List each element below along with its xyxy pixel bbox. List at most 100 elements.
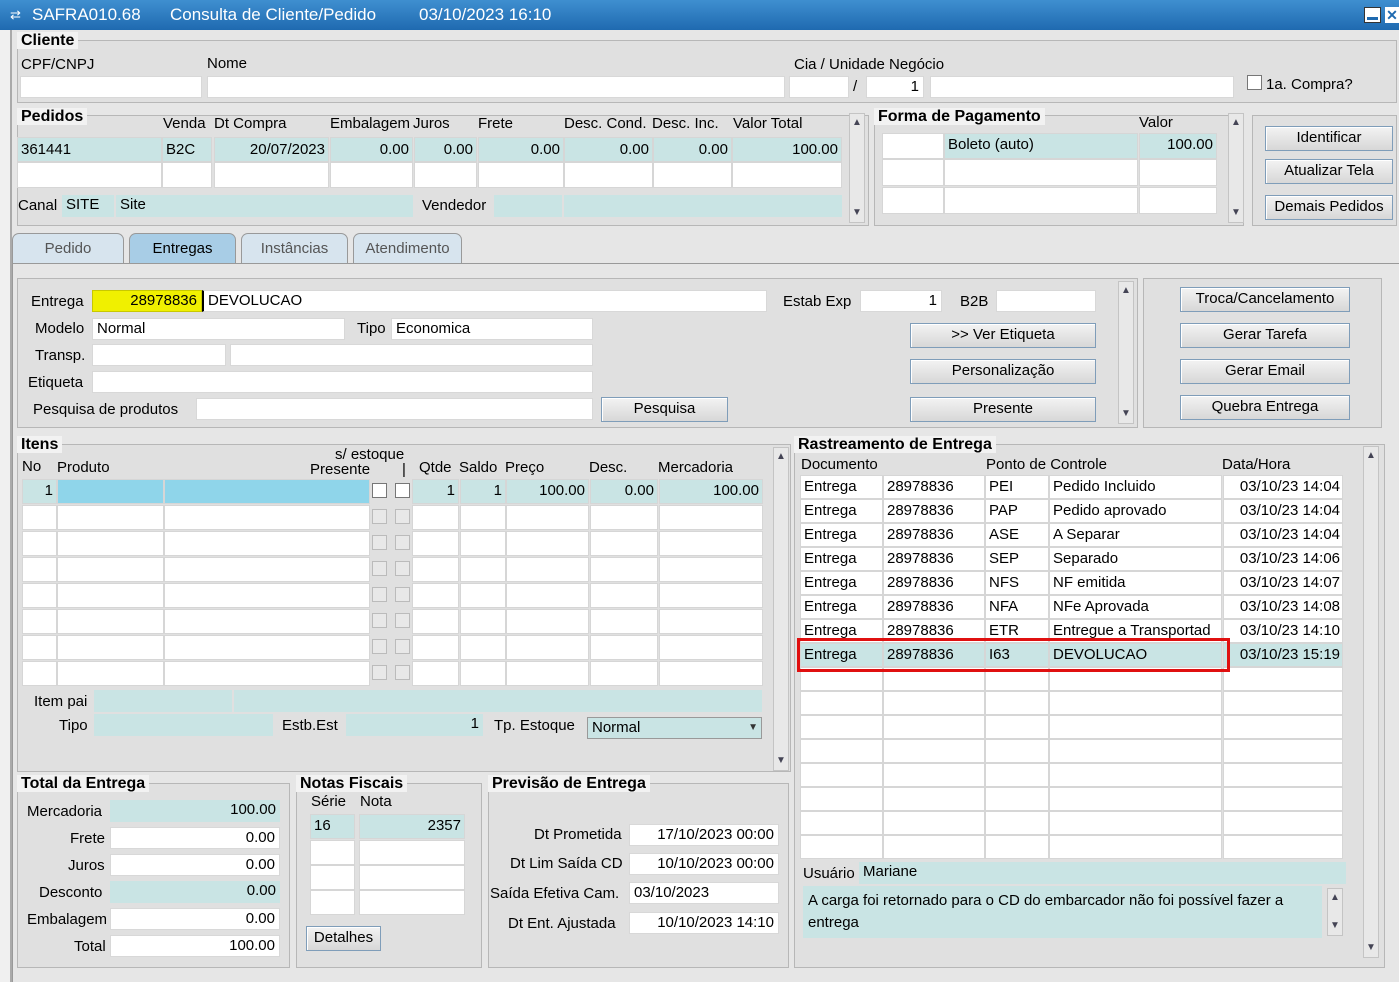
- rastreamento-code[interactable]: NFA: [985, 595, 1049, 619]
- pedidos-scrollbar[interactable]: ▲ ▼: [849, 113, 865, 223]
- item-row-empty-cell[interactable]: [659, 609, 763, 634]
- sem-estoque-checkbox[interactable]: [372, 639, 387, 654]
- chevron-down-icon[interactable]: ▼: [748, 718, 758, 738]
- item-row-empty-cell[interactable]: [506, 661, 589, 686]
- rastreamento-empty-cell[interactable]: [985, 811, 1049, 835]
- tab-pedido[interactable]: Pedido: [12, 233, 124, 263]
- rastreamento-empty-cell[interactable]: [985, 787, 1049, 811]
- entrega-scrollbar[interactable]: ▲ ▼: [1118, 281, 1134, 424]
- pesquisa-produtos-field[interactable]: [196, 398, 593, 420]
- item-row-empty-cell[interactable]: [412, 531, 459, 556]
- cia-field[interactable]: [789, 76, 849, 98]
- pedido-frete[interactable]: 0.00: [478, 137, 564, 162]
- rastreamento-empty-cell[interactable]: [1049, 739, 1222, 763]
- pedido-row-empty[interactable]: [478, 162, 564, 188]
- rastreamento-empty-cell[interactable]: [985, 715, 1049, 739]
- rastreamento-empty-cell[interactable]: [883, 763, 985, 787]
- item-row-empty-cell[interactable]: [164, 557, 370, 582]
- item-row-empty-cell[interactable]: [460, 505, 506, 530]
- rastreamento-empty-cell[interactable]: [800, 691, 883, 715]
- rastreamento-data[interactable]: 03/10/23 14:04: [1223, 523, 1343, 547]
- nota-row-empty[interactable]: [359, 865, 465, 890]
- item-row-empty-cell[interactable]: [22, 609, 57, 634]
- presente-checkbox[interactable]: [395, 639, 410, 654]
- rastreamento-empty-cell[interactable]: [1223, 787, 1343, 811]
- item-row-empty-cell[interactable]: [22, 583, 57, 608]
- item-row-empty-cell[interactable]: [659, 583, 763, 608]
- rastreamento-empty-cell[interactable]: [1049, 835, 1222, 859]
- item-row-empty-cell[interactable]: [590, 609, 658, 634]
- rastreamento-empty-cell[interactable]: [1049, 763, 1222, 787]
- nota-row-empty[interactable]: [310, 890, 355, 915]
- vendedor-code[interactable]: [494, 195, 562, 217]
- usuario-field[interactable]: Mariane: [859, 862, 1346, 884]
- rastreamento-empty-cell[interactable]: [985, 739, 1049, 763]
- etiqueta-field[interactable]: [92, 371, 593, 393]
- transp-name-field[interactable]: [230, 344, 593, 366]
- sem-estoque-checkbox[interactable]: [372, 665, 387, 680]
- primeira-compra-checkbox[interactable]: [1247, 75, 1262, 90]
- nota-row-empty[interactable]: [310, 840, 355, 865]
- scroll-up-icon[interactable]: ▲: [1328, 891, 1342, 905]
- rastreamento-code[interactable]: ASE: [985, 523, 1049, 547]
- rastreamento-empty-cell[interactable]: [985, 763, 1049, 787]
- item-row-empty-cell[interactable]: [460, 609, 506, 634]
- item-row-empty-cell[interactable]: [412, 505, 459, 530]
- rastreamento-empty-cell[interactable]: [985, 835, 1049, 859]
- troca-cancelamento-button[interactable]: Troca/Cancelamento: [1180, 287, 1350, 312]
- scroll-up-icon[interactable]: ▲: [850, 116, 864, 130]
- pedido-row-empty[interactable]: [564, 162, 653, 188]
- canal-name[interactable]: Site: [116, 195, 413, 217]
- rastreamento-data[interactable]: 03/10/23 14:04: [1223, 499, 1343, 523]
- transp-code-field[interactable]: [92, 344, 226, 366]
- pagamento-code[interactable]: [882, 133, 944, 159]
- scroll-up-icon[interactable]: ▲: [1364, 449, 1378, 463]
- pedido-row-empty[interactable]: [17, 162, 162, 188]
- presente-checkbox[interactable]: [395, 665, 410, 680]
- dt-ent-ajustada-field[interactable]: 10/10/2023 14:10: [629, 912, 779, 934]
- item-tipo-field[interactable]: [94, 714, 273, 736]
- rastreamento-data[interactable]: 03/10/23 14:06: [1223, 547, 1343, 571]
- item-row-empty-cell[interactable]: [506, 583, 589, 608]
- item-desc[interactable]: 0.00: [590, 479, 658, 504]
- scroll-down-icon[interactable]: ▼: [850, 206, 864, 220]
- rastreamento-empty-cell[interactable]: [883, 787, 985, 811]
- rastreamento-empty-cell[interactable]: [1223, 667, 1343, 691]
- item-row-empty-cell[interactable]: [57, 661, 164, 686]
- rastreamento-doc[interactable]: Entrega: [800, 475, 883, 499]
- item-row-empty-cell[interactable]: [22, 505, 57, 530]
- rastreamento-code[interactable]: PEI: [985, 475, 1049, 499]
- scroll-up-icon[interactable]: ▲: [774, 450, 788, 464]
- rastreamento-doc[interactable]: Entrega: [800, 595, 883, 619]
- sem-estoque-checkbox[interactable]: [372, 509, 387, 524]
- entrega-numero-field[interactable]: 28978836: [92, 290, 202, 312]
- scroll-down-icon[interactable]: ▼: [1229, 206, 1243, 220]
- rastreamento-code[interactable]: NFS: [985, 571, 1049, 595]
- atualizar-tela-button[interactable]: Atualizar Tela: [1265, 159, 1393, 184]
- item-row-empty-cell[interactable]: [164, 661, 370, 686]
- rastreamento-empty-cell[interactable]: [883, 739, 985, 763]
- item-row-empty-cell[interactable]: [412, 661, 459, 686]
- pedido-row-empty[interactable]: [732, 162, 842, 188]
- ver-etiqueta-button[interactable]: >> Ver Etiqueta: [910, 323, 1096, 348]
- item-row-empty-cell[interactable]: [57, 635, 164, 660]
- nota-serie[interactable]: 16: [310, 814, 355, 839]
- item-row-empty-cell[interactable]: [164, 531, 370, 556]
- saida-efetiva-field[interactable]: 03/10/2023: [629, 882, 779, 904]
- item-qtde[interactable]: 1: [412, 479, 459, 504]
- dt-prometida-field[interactable]: 17/10/2023 00:00: [629, 824, 779, 846]
- item-row-empty-cell[interactable]: [590, 583, 658, 608]
- total-total-field[interactable]: 100.00: [110, 935, 280, 957]
- pedido-embalagem[interactable]: 0.00: [330, 137, 413, 162]
- rastreamento-doc[interactable]: Entrega: [800, 571, 883, 595]
- rastreamento-empty-cell[interactable]: [883, 691, 985, 715]
- item-row-empty-cell[interactable]: [460, 583, 506, 608]
- pesquisa-button[interactable]: Pesquisa: [601, 397, 728, 422]
- item-row-empty-cell[interactable]: [590, 557, 658, 582]
- canal-code[interactable]: SITE: [62, 195, 114, 217]
- item-row-empty-cell[interactable]: [659, 557, 763, 582]
- pagamento-forma[interactable]: Boleto (auto): [944, 133, 1138, 159]
- rastreamento-empty-cell[interactable]: [1049, 811, 1222, 835]
- rastreamento-doc[interactable]: Entrega: [800, 499, 883, 523]
- item-row-empty-cell[interactable]: [57, 505, 164, 530]
